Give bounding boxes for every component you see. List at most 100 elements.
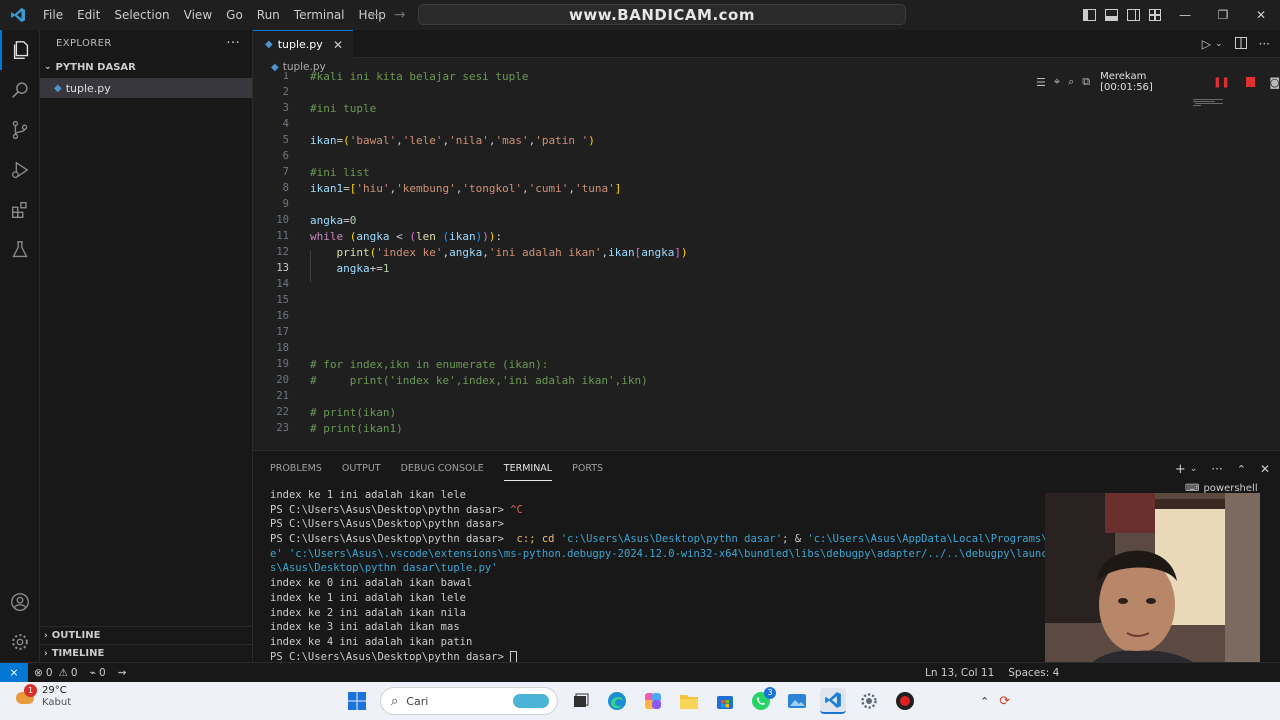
extensions-icon[interactable]: [0, 190, 40, 230]
explorer-icon[interactable]: [0, 30, 40, 70]
settings-gear-icon[interactable]: [0, 622, 40, 662]
bandicam-record-icon[interactable]: [892, 688, 918, 714]
whatsapp-icon[interactable]: 3: [748, 687, 776, 714]
code-line[interactable]: 9: [253, 196, 1280, 212]
close-panel-icon[interactable]: ✕: [1260, 462, 1270, 476]
code-line[interactable]: 8 ikan1=['hiu','kembung','tongkol','cumi'…: [253, 180, 1280, 196]
vscode-taskbar-icon[interactable]: [820, 688, 846, 714]
code-line[interactable]: 13 angka+=1: [253, 260, 1280, 276]
new-terminal-icon[interactable]: +: [1175, 462, 1186, 477]
tab-problems[interactable]: PROBLEMS: [270, 457, 322, 481]
source-control-icon[interactable]: [0, 110, 40, 150]
command-center[interactable]: www.BANDICAM.com: [418, 4, 906, 25]
debug-launch-indicator[interactable]: ⇝: [112, 667, 133, 679]
toggle-panel-icon[interactable]: [1100, 0, 1122, 30]
maximize-panel-icon[interactable]: ⌃: [1237, 463, 1246, 476]
terminal-cursor: [510, 650, 518, 663]
code-line[interactable]: 14: [253, 276, 1280, 292]
code-line[interactable]: 22 # print(ikan): [253, 404, 1280, 420]
code-line[interactable]: 16: [253, 308, 1280, 324]
region-icon[interactable]: ⧉: [1082, 75, 1090, 89]
indentation[interactable]: Spaces: 4: [1008, 667, 1059, 679]
minimap[interactable]: [1193, 98, 1233, 108]
chevron-down-icon[interactable]: ⌄: [1190, 464, 1198, 474]
zoom-icon[interactable]: ⌕: [1068, 75, 1074, 89]
split-editor-icon[interactable]: [1234, 36, 1247, 52]
code-line[interactable]: 17: [253, 324, 1280, 340]
menu-terminal[interactable]: Terminal: [287, 0, 352, 30]
code-line[interactable]: 7 #ini list: [253, 164, 1280, 180]
outline-section[interactable]: › OUTLINE: [40, 626, 252, 644]
testing-icon[interactable]: [0, 230, 40, 270]
more-actions-icon[interactable]: ···: [226, 36, 240, 51]
menu-edit[interactable]: Edit: [70, 0, 107, 30]
menu-selection[interactable]: Selection: [107, 0, 176, 30]
edge-browser-icon[interactable]: [604, 688, 630, 714]
code-line[interactable]: 10 angka=0: [253, 212, 1280, 228]
search-icon[interactable]: [0, 70, 40, 110]
code-line[interactable]: 11 while (angka < (len (ikan))):: [253, 228, 1280, 244]
menu-go[interactable]: Go: [219, 0, 250, 30]
list-icon[interactable]: ☰: [1036, 76, 1046, 89]
code-line[interactable]: 6: [253, 148, 1280, 164]
remote-indicator-icon[interactable]: ⨯: [0, 662, 28, 683]
menu-run[interactable]: Run: [250, 0, 287, 30]
code-line[interactable]: 23 # print(ikan1): [253, 420, 1280, 436]
tab-tuple-py[interactable]: ◆ tuple.py ✕: [253, 30, 353, 58]
problems-indicator[interactable]: ⊗ 0 ⚠ 0: [28, 667, 84, 679]
weather-widget[interactable]: 1 29°C Kabut: [14, 684, 71, 709]
terminal-output[interactable]: index ke 1 ini adalah ikan lele PS C:\Use…: [270, 488, 1050, 663]
tab-terminal[interactable]: TERMINAL: [503, 457, 553, 481]
code-line[interactable]: 18: [253, 340, 1280, 356]
code-line[interactable]: 12 print('index ke',angka,'ini adalah ik…: [253, 244, 1280, 260]
code-line[interactable]: 3 #ini tuple: [253, 100, 1280, 116]
show-hidden-icons-icon[interactable]: ⌃: [980, 695, 989, 708]
forward-arrow-icon[interactable]: →: [394, 7, 406, 23]
code-line[interactable]: 5 ikan=('bawal','lele','nila','mas','pati…: [253, 132, 1280, 148]
ports-indicator[interactable]: ⌁ 0: [84, 667, 112, 679]
code-line[interactable]: 15: [253, 292, 1280, 308]
windows-start-icon[interactable]: [344, 688, 370, 714]
menu-file[interactable]: File: [36, 0, 70, 30]
more-actions-icon[interactable]: ···: [1259, 37, 1270, 51]
close-window-icon[interactable]: ✕: [1242, 0, 1280, 30]
microsoft-store-icon[interactable]: [712, 688, 738, 714]
accounts-icon[interactable]: [0, 582, 40, 622]
camera-icon[interactable]: ◙: [1269, 76, 1280, 89]
file-explorer-icon[interactable]: [676, 688, 702, 714]
code-line[interactable]: 19 # for index,ikn in enumerate (ikan):: [253, 356, 1280, 372]
back-arrow-icon[interactable]: ←: [370, 7, 382, 23]
restore-icon[interactable]: ❐: [1204, 0, 1242, 30]
file-item-tuple[interactable]: ◆ tuple.py: [40, 78, 252, 98]
tab-output[interactable]: OUTPUT: [342, 457, 381, 481]
code-line[interactable]: 20 # print('index ke',index,'ini adalah i…: [253, 372, 1280, 388]
more-actions-icon[interactable]: ···: [1211, 462, 1222, 476]
photos-app-icon[interactable]: [784, 688, 810, 714]
customize-layout-icon[interactable]: [1144, 0, 1166, 30]
cursor-position[interactable]: Ln 13, Col 11: [925, 667, 994, 679]
toggle-secondary-sidebar-icon[interactable]: [1122, 0, 1144, 30]
copilot-icon[interactable]: [640, 688, 666, 714]
settings-app-icon[interactable]: [856, 688, 882, 714]
stop-icon[interactable]: [1245, 77, 1256, 87]
minimize-icon[interactable]: —: [1166, 0, 1204, 30]
run-python-file-icon[interactable]: ▷: [1202, 37, 1211, 51]
task-view-icon[interactable]: [568, 688, 594, 714]
toggle-primary-sidebar-icon[interactable]: [1078, 0, 1100, 30]
tab-ports[interactable]: PORTS: [572, 457, 603, 481]
crosshair-icon[interactable]: ⌖: [1054, 75, 1060, 89]
code-editor[interactable]: 1 #kali ini kita belajar sesi tuple 2 3 #ini…: [253, 72, 1280, 450]
folder-row[interactable]: ⌄ PYTHN DASAR: [40, 56, 252, 78]
run-debug-icon[interactable]: [0, 150, 40, 190]
close-tab-icon[interactable]: ✕: [333, 38, 343, 52]
sync-icon[interactable]: ⟳: [999, 694, 1010, 709]
code-line[interactable]: 4: [253, 116, 1280, 132]
taskbar-search[interactable]: ⌕ Cari: [380, 687, 558, 715]
terminal-line: index ke 4 ini adalah ikan patin: [270, 635, 473, 648]
pause-icon[interactable]: ❚❚: [1213, 77, 1230, 88]
code-line[interactable]: 21: [253, 388, 1280, 404]
timeline-section[interactable]: › TIMELINE: [40, 644, 252, 662]
menu-view[interactable]: View: [177, 0, 219, 30]
chevron-down-icon[interactable]: ⌄: [1215, 39, 1223, 49]
tab-debug-console[interactable]: DEBUG CONSOLE: [401, 457, 484, 481]
